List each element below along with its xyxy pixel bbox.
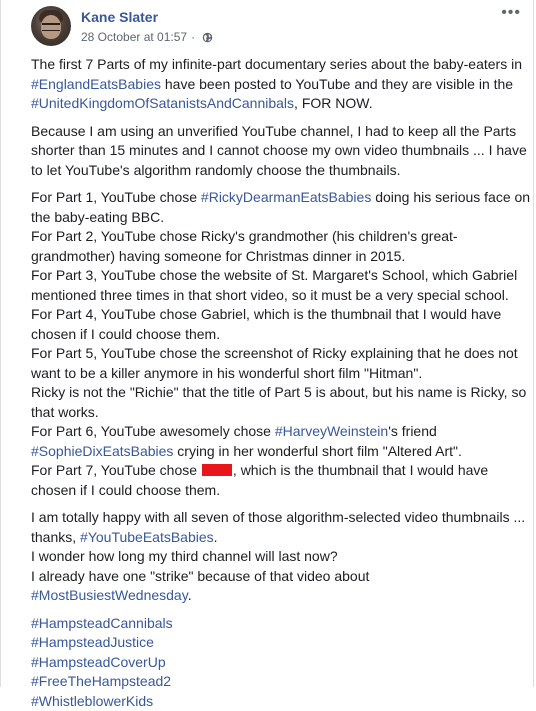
part-2-line: For Part 2, YouTube chose Ricky's grandm… xyxy=(31,227,531,266)
post-body: The first 7 Parts of my infinite-part do… xyxy=(31,55,531,711)
hashtag-ricky-dearman[interactable]: #RickyDearmanEatsBabies xyxy=(201,189,371,205)
part-6-text-a: For Part 6, YouTube awesomely chose xyxy=(31,423,275,439)
closing-text-c: . xyxy=(188,587,192,603)
closing-line-1: I am totally happy with all seven of tho… xyxy=(31,508,531,547)
part-1-line: For Part 1, YouTube chose #RickyDearmanE… xyxy=(31,188,531,227)
hashtag-item: #HampsteadJustice xyxy=(31,633,531,653)
paragraph-intro: The first 7 Parts of my infinite-part do… xyxy=(31,55,531,114)
hashtag-hampstead-justice[interactable]: #HampsteadJustice xyxy=(31,634,154,650)
part-7-text-a: For Part 7, YouTube chose xyxy=(31,462,201,478)
post-timestamp[interactable]: 28 October at 01:57 xyxy=(81,30,187,44)
ricky-note-line: Ricky is not the "Richie" that the title… xyxy=(31,383,531,422)
hashtag-whistleblower-kids[interactable]: #WhistleblowerKids xyxy=(31,693,153,709)
closing-line-3: I already have one "strike" because of t… xyxy=(31,567,531,587)
hashtag-item: #FreeTheHampstead2 xyxy=(31,672,531,692)
hashtag-youtube-eats-babies[interactable]: #YouTubeEatsBabies xyxy=(80,529,214,545)
avatar-glasses xyxy=(42,23,60,31)
hashtag-harvey-weinstein[interactable]: #HarveyWeinstein xyxy=(275,423,388,439)
redaction-bar xyxy=(202,464,232,476)
closing-line-2: I wonder how long my third channel will … xyxy=(31,547,531,567)
post-header: Kane Slater 28 October at 01:57 · ••• xyxy=(1,0,533,58)
hashtag-hampstead-coverup[interactable]: #HampsteadCoverUp xyxy=(31,654,166,670)
paragraph-channel: Because I am using an unverified YouTube… xyxy=(31,122,531,181)
part-7-line: For Part 7, YouTube chose , which is the… xyxy=(31,461,531,500)
hashtag-hampstead-cannibals[interactable]: #HampsteadCannibals xyxy=(31,615,173,631)
part-5-line: For Part 5, YouTube chose the screenshot… xyxy=(31,344,531,383)
post-meta: 28 October at 01:57 · xyxy=(81,30,213,44)
part-6-line: For Part 6, YouTube awesomely chose #Har… xyxy=(31,422,531,461)
hashtag-most-busiest-wednesday[interactable]: #MostBusiestWednesday xyxy=(31,587,188,603)
intro-text-c: , FOR NOW. xyxy=(294,95,373,111)
hashtag-item: #HampsteadCannibals xyxy=(31,614,531,634)
part-6-text-c: crying in her wonderful short film "Alte… xyxy=(173,443,462,459)
hashtag-sophie-dix[interactable]: #SophieDixEatsBabies xyxy=(31,443,173,459)
more-options-button[interactable]: ••• xyxy=(501,4,521,22)
author-name[interactable]: Kane Slater xyxy=(81,9,158,25)
hashtag-item: #WhistleblowerKids xyxy=(31,692,531,711)
hashtag-list: #HampsteadCannibals #HampsteadJustice #H… xyxy=(31,614,531,711)
closing-text-b: . xyxy=(214,529,218,545)
intro-text-b: have been posted to YouTube and they are… xyxy=(161,76,513,92)
paragraph-parts: For Part 1, YouTube chose #RickyDearmanE… xyxy=(31,188,531,500)
part-3-line: For Part 3, YouTube chose the website of… xyxy=(31,266,531,305)
facebook-post: Kane Slater 28 October at 01:57 · ••• Th… xyxy=(0,0,534,687)
globe-icon[interactable] xyxy=(202,32,213,43)
part-4-line: For Part 4, YouTube chose Gabriel, which… xyxy=(31,305,531,344)
paragraph-closing: I am totally happy with all seven of tho… xyxy=(31,508,531,606)
closing-line-4: #MostBusiestWednesday. xyxy=(31,586,531,606)
part-6-text-b: 's friend xyxy=(388,423,437,439)
hashtag-england-eats-babies[interactable]: #EnglandEatsBabies xyxy=(31,76,161,92)
intro-text-a: The first 7 Parts of my infinite-part do… xyxy=(31,56,522,72)
part-1-text-a: For Part 1, YouTube chose xyxy=(31,189,201,205)
avatar[interactable] xyxy=(31,6,71,46)
hashtag-item: #HampsteadCoverUp xyxy=(31,653,531,673)
hashtag-uk-satanists-cannibals[interactable]: #UnitedKingdomOfSatanistsAndCannibals xyxy=(31,95,294,111)
meta-separator: · xyxy=(191,30,195,44)
